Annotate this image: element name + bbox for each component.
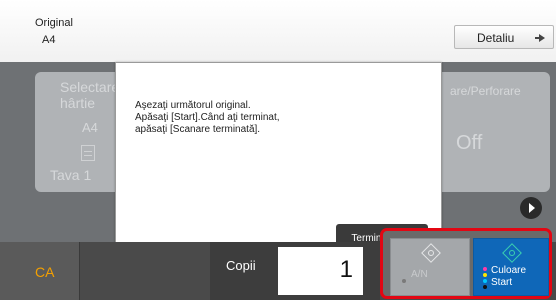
- copies-label: Copii: [226, 258, 256, 273]
- detail-button[interactable]: Detaliu: [454, 25, 554, 49]
- color-start-label-line1: Culoare: [491, 265, 527, 276]
- color-start-button[interactable]: Culoare Start: [473, 238, 549, 296]
- tray-icon: [81, 145, 95, 161]
- copy-screen: Original A4 Detaliu Selectare hârtie A4 …: [0, 0, 556, 300]
- original-label: Original: [35, 17, 73, 29]
- next-page-icon[interactable]: [520, 197, 542, 219]
- copies-input[interactable]: 1: [278, 247, 363, 295]
- yellow-dot-icon: [483, 273, 487, 277]
- original-size: A4: [42, 34, 56, 46]
- color-start-label-line2: Start: [491, 277, 513, 288]
- copies-panel: Copii 1: [210, 242, 380, 300]
- cyan-dot-icon: [483, 279, 487, 283]
- bw-start-label: A/N: [411, 269, 428, 280]
- top-bar: Original A4 Detaliu: [0, 0, 556, 63]
- clear-all-button[interactable]: CA: [0, 242, 80, 300]
- black-dot-icon: [483, 285, 487, 289]
- copies-value: 1: [339, 256, 353, 283]
- start-diamond-icon: [502, 243, 522, 263]
- tray-label: Tava 1: [50, 167, 92, 183]
- staple-punch-label: are/Perforare: [450, 84, 521, 98]
- paper-select-label: Selectare hârtie: [60, 79, 120, 111]
- magenta-dot-icon: [483, 267, 487, 271]
- detail-button-label: Detaliu: [477, 31, 515, 45]
- paper-size-value: A4: [82, 120, 98, 135]
- staple-punch-value: Off: [456, 132, 483, 154]
- dialog-message: Aşezaţi următorul original. Apăsaţi [Sta…: [135, 100, 280, 135]
- arrow-right-icon: [535, 34, 545, 42]
- bw-dot-icon: [402, 279, 406, 283]
- start-diamond-icon: [421, 243, 441, 263]
- bw-start-button[interactable]: A/N: [390, 238, 470, 296]
- clear-all-label: CA: [35, 264, 55, 280]
- settings-area: Selectare hârtie A4 Tava 1 are/Perforare…: [0, 62, 556, 264]
